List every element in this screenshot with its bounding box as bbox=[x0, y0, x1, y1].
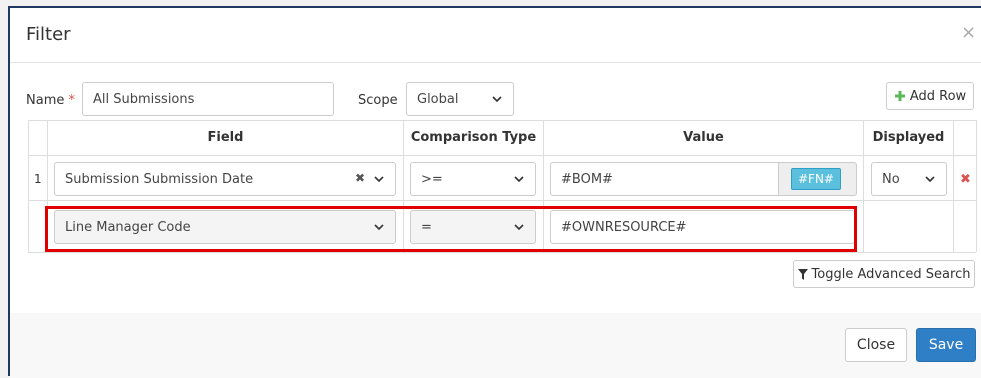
grid-line bbox=[953, 120, 954, 252]
grid-line bbox=[28, 155, 976, 156]
chevron-down-icon bbox=[514, 176, 524, 183]
value-input[interactable]: #BOM# bbox=[550, 162, 779, 196]
scope-select[interactable]: Global bbox=[406, 82, 514, 116]
field-select[interactable]: Submission Submission Date ✖ bbox=[54, 162, 396, 196]
plus-icon bbox=[894, 91, 905, 101]
name-input[interactable]: All Submissions bbox=[82, 82, 334, 116]
grid-line bbox=[28, 120, 976, 121]
displayed-select[interactable]: No bbox=[871, 162, 947, 196]
header-value: Value bbox=[683, 130, 724, 145]
grid-line bbox=[28, 252, 976, 253]
grid-line bbox=[28, 200, 976, 201]
name-label: Name * bbox=[26, 93, 75, 108]
add-row-button[interactable]: Add Row bbox=[886, 82, 974, 110]
clear-icon[interactable]: ✖ bbox=[355, 171, 365, 185]
name-label-text: Name bbox=[26, 93, 65, 108]
row-number: 1 bbox=[34, 172, 42, 186]
close-button[interactable]: Close bbox=[845, 328, 907, 362]
highlight-box bbox=[45, 206, 857, 252]
comparison-select-value: >= bbox=[421, 171, 443, 187]
field-select-value: Submission Submission Date bbox=[65, 171, 254, 187]
value-input-value: #BOM# bbox=[561, 171, 613, 187]
fn-button[interactable]: #FN# bbox=[791, 168, 841, 190]
required-mark: * bbox=[68, 93, 76, 108]
comparison-select[interactable]: >= bbox=[410, 162, 536, 196]
displayed-select-value: No bbox=[882, 171, 900, 187]
remove-icon[interactable]: ✖ bbox=[960, 172, 971, 187]
close-icon[interactable]: × bbox=[961, 22, 976, 43]
filter-dialog: Filter × Name * All Submissions Scope Gl… bbox=[8, 6, 981, 378]
chevron-down-icon bbox=[374, 176, 384, 183]
name-input-value: All Submissions bbox=[93, 91, 195, 107]
chevron-down-icon bbox=[925, 176, 935, 183]
save-button[interactable]: Save bbox=[916, 328, 976, 362]
scope-select-value: Global bbox=[417, 91, 459, 107]
add-row-label: Add Row bbox=[909, 88, 967, 104]
toggle-advanced-search-label: Toggle Advanced Search bbox=[811, 266, 971, 282]
header-displayed: Displayed bbox=[872, 130, 945, 145]
dialog-header: Filter × bbox=[10, 8, 981, 63]
header-comparison-type: Comparison Type bbox=[410, 130, 537, 145]
filter-icon bbox=[797, 268, 808, 280]
dialog-title: Filter bbox=[26, 24, 71, 45]
toggle-advanced-search-button[interactable]: Toggle Advanced Search bbox=[793, 260, 975, 288]
dialog-footer: Close Save bbox=[10, 313, 981, 378]
scope-label: Scope bbox=[358, 93, 398, 108]
grid-line bbox=[976, 120, 977, 252]
header-field: Field bbox=[207, 130, 244, 145]
chevron-down-icon bbox=[492, 96, 502, 103]
grid-line bbox=[28, 120, 29, 252]
